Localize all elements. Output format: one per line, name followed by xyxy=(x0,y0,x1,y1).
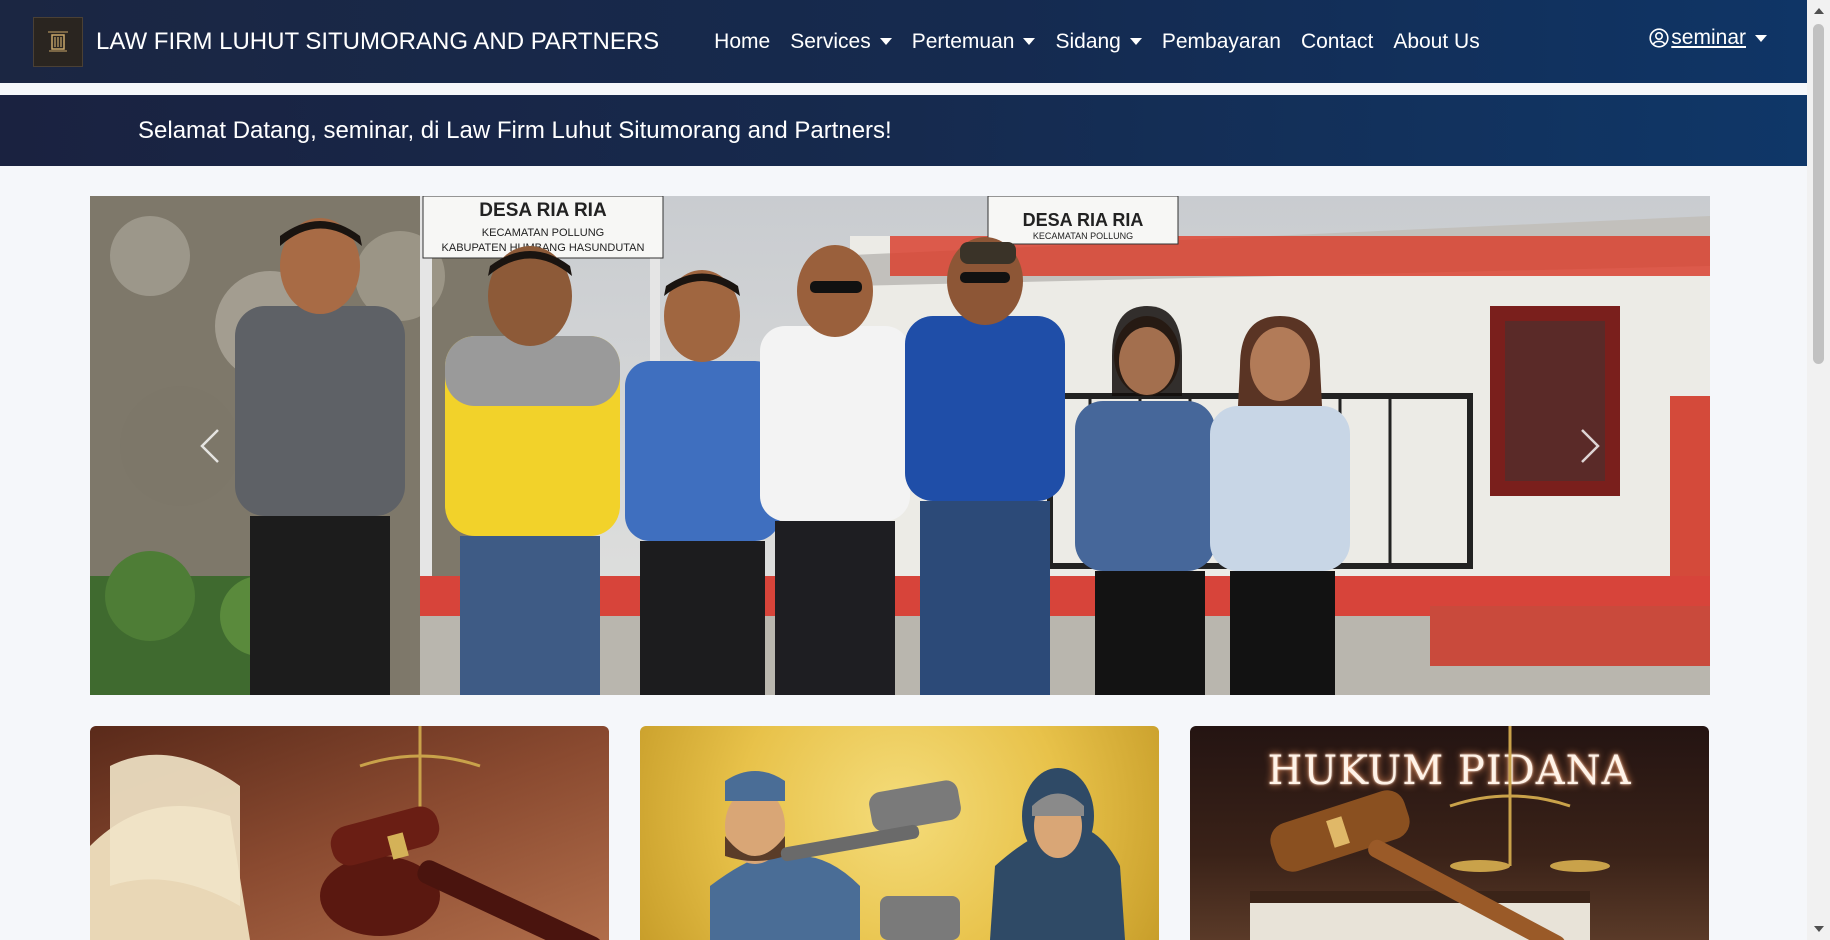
law-firm-logo-icon xyxy=(48,31,68,51)
nav-home-label: Home xyxy=(714,29,771,53)
gavel-icon xyxy=(1250,726,1610,940)
service-card-3[interactable]: HUKUM PIDANA xyxy=(1190,726,1709,940)
nav-links: Home Services Pertemuan Sidang Pembayara… xyxy=(714,30,1500,54)
caret-down-icon xyxy=(1023,38,1036,45)
nav-pertemuan-dropdown[interactable]: Pertemuan xyxy=(912,30,1036,54)
page-scrollbar[interactable] xyxy=(1807,0,1830,940)
chevron-left-icon xyxy=(200,428,219,463)
user-circle-icon xyxy=(1649,28,1669,48)
scroll-thumb[interactable] xyxy=(1813,24,1824,364)
nav-pembayaran[interactable]: Pembayaran xyxy=(1162,30,1281,54)
caret-down-icon xyxy=(879,38,892,45)
chevron-right-icon xyxy=(1581,428,1600,463)
nav-about-label: About Us xyxy=(1393,29,1480,53)
nav-services-label: Services xyxy=(790,29,871,53)
sign-right-title: DESA RIA RIA xyxy=(1023,210,1144,230)
carousel-next-button[interactable] xyxy=(1530,196,1650,695)
nav-pembayaran-label: Pembayaran xyxy=(1161,29,1281,53)
nav-home[interactable]: Home xyxy=(714,30,770,54)
user-menu-dropdown[interactable]: seminar xyxy=(1649,26,1767,50)
nav-about-us[interactable]: About Us xyxy=(1393,30,1479,54)
welcome-text: Selamat Datang, seminar, di Law Firm Luh… xyxy=(138,116,892,144)
gavel-couple-icon xyxy=(710,768,1125,940)
nav-sidang-label: Sidang xyxy=(1055,29,1121,53)
welcome-banner: Selamat Datang, seminar, di Law Firm Luh… xyxy=(0,95,1807,166)
caret-down-icon xyxy=(1755,34,1767,42)
carousel-prev-button[interactable] xyxy=(150,196,270,695)
scroll-up-icon[interactable] xyxy=(1814,8,1824,14)
nav-services-dropdown[interactable]: Services xyxy=(790,30,892,54)
sign-right-line1: KECAMATAN POLLUNG xyxy=(1033,231,1133,241)
nav-sidang-dropdown[interactable]: Sidang xyxy=(1055,29,1142,54)
scroll-down-icon[interactable] xyxy=(1814,926,1824,932)
nav-contact-label: Contact xyxy=(1300,29,1374,53)
team-photo-image: DESA RIA RIA KECAMATAN POLLUNG KABUPATEN… xyxy=(90,196,1710,695)
service-card-2[interactable] xyxy=(640,726,1159,940)
sign-left-title: DESA RIA RIA xyxy=(479,200,607,221)
nav-pertemuan-label: Pertemuan xyxy=(911,29,1015,53)
hero-carousel[interactable]: DESA RIA RIA KECAMATAN POLLUNG KABUPATEN… xyxy=(90,196,1710,695)
caret-down-icon xyxy=(1129,38,1142,45)
gavel-book-icon xyxy=(90,726,603,940)
service-card-1[interactable] xyxy=(90,726,609,940)
sign-left-line1: KECAMATAN POLLUNG xyxy=(482,227,604,239)
nav-contact[interactable]: Contact xyxy=(1301,30,1373,54)
brand-logo[interactable] xyxy=(33,16,83,67)
brand-name[interactable]: LAW FIRM LUHUT SITUMORANG AND PARTNERS xyxy=(96,28,659,56)
user-name: seminar xyxy=(1671,26,1746,49)
navbar: LAW FIRM LUHUT SITUMORANG AND PARTNERS H… xyxy=(0,0,1807,83)
